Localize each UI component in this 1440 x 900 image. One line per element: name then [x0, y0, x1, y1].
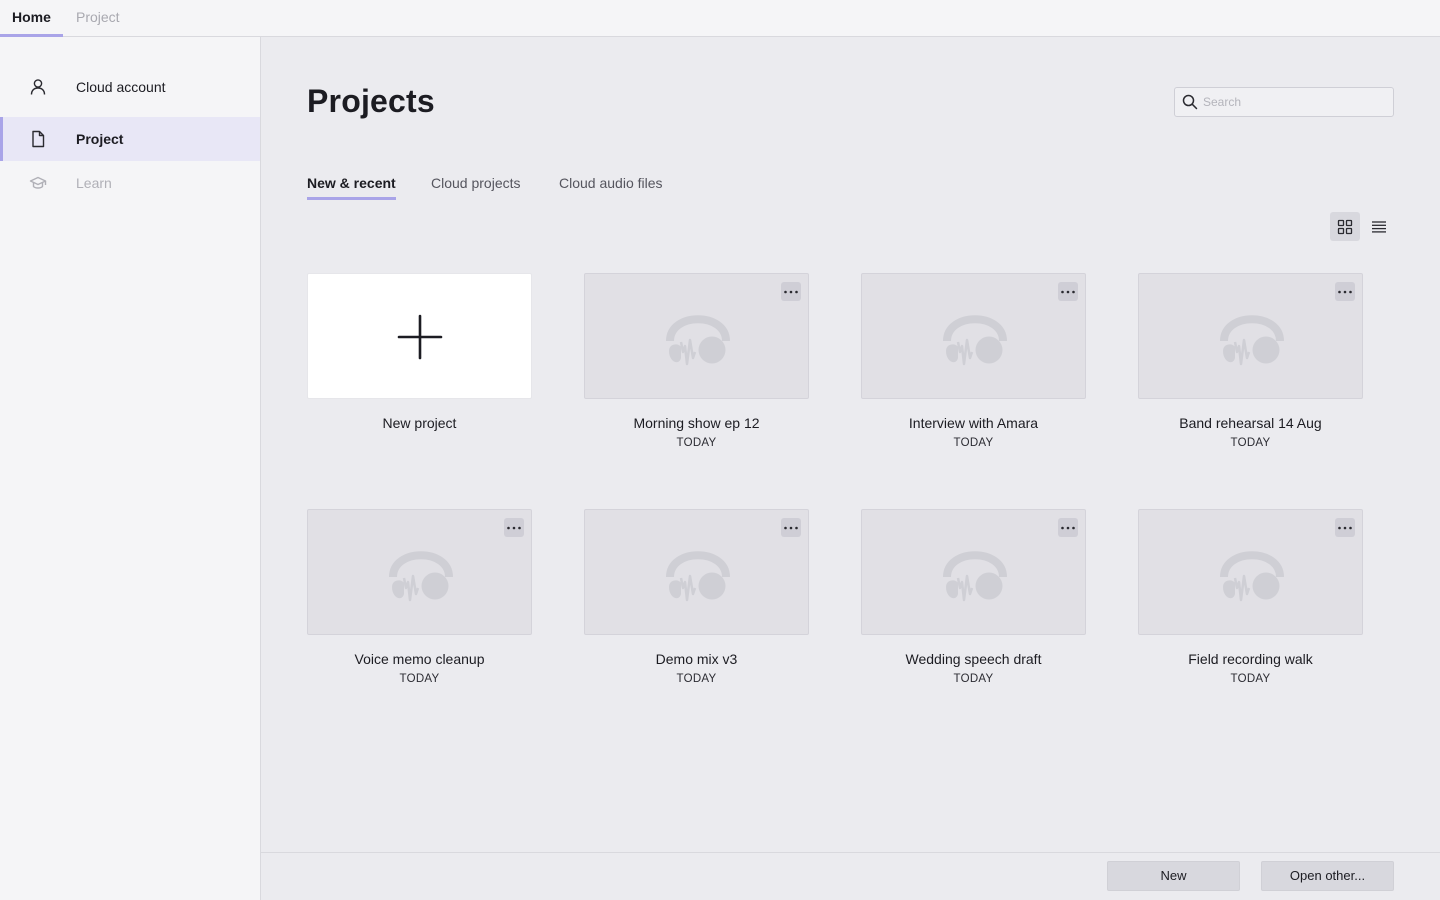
more-dots-icon: [784, 526, 798, 530]
search-icon: [1182, 94, 1198, 110]
search-input[interactable]: [1203, 88, 1388, 116]
new-project-card[interactable]: New project: [307, 273, 532, 453]
tab-new-recent[interactable]: New & recent: [307, 175, 396, 200]
audio-project-icon: [1220, 315, 1284, 366]
more-options-button[interactable]: [1335, 518, 1355, 537]
sidebar-item-label: Project: [76, 131, 124, 147]
user-icon: [28, 77, 48, 97]
more-dots-icon: [1061, 290, 1075, 294]
more-dots-icon: [1338, 526, 1352, 530]
more-options-button[interactable]: [781, 518, 801, 537]
graduation-cap-icon: [28, 173, 48, 193]
project-card[interactable]: Demo mix v3 TODAY: [584, 509, 809, 689]
sidebar-item-project[interactable]: Project: [0, 117, 260, 161]
new-button[interactable]: New: [1107, 861, 1240, 891]
more-dots-icon: [1338, 290, 1352, 294]
card-date: TODAY: [399, 673, 440, 685]
project-card[interactable]: Wedding speech draft TODAY: [861, 509, 1086, 689]
tab-cloud-audio-files[interactable]: Cloud audio files: [559, 175, 663, 200]
more-options-button[interactable]: [1335, 282, 1355, 301]
footer-bar: New Open other...: [261, 852, 1440, 900]
tab-project[interactable]: Project: [64, 0, 132, 37]
more-dots-icon: [784, 290, 798, 294]
project-card[interactable]: Band rehearsal 14 Aug TODAY: [1138, 273, 1363, 453]
project-thumbnail[interactable]: [584, 273, 809, 399]
more-dots-icon: [507, 526, 521, 530]
project-thumbnail[interactable]: [584, 509, 809, 635]
project-thumbnail[interactable]: [1138, 509, 1363, 635]
project-thumbnail[interactable]: [1138, 273, 1363, 399]
tab-cloud-projects[interactable]: Cloud projects: [431, 175, 521, 200]
audio-project-icon: [943, 551, 1007, 602]
audio-project-icon: [666, 315, 730, 366]
card-date: TODAY: [1230, 437, 1271, 449]
grid-view-button[interactable]: [1330, 212, 1360, 241]
list-view-button[interactable]: [1364, 212, 1394, 241]
more-options-button[interactable]: [504, 518, 524, 537]
more-options-button[interactable]: [781, 282, 801, 301]
top-tab-bar: Home Project: [0, 0, 1440, 37]
card-title: Demo mix v3: [655, 651, 738, 667]
audio-project-icon: [943, 315, 1007, 366]
sidebar-item-label: Learn: [76, 175, 112, 191]
sidebar-item-cloud-account[interactable]: Cloud account: [0, 65, 260, 109]
card-date: TODAY: [1230, 673, 1271, 685]
card-title: Field recording walk: [1188, 651, 1313, 667]
more-dots-icon: [1061, 526, 1075, 530]
new-project-thumbnail[interactable]: [307, 273, 532, 399]
card-date: TODAY: [953, 437, 994, 449]
audio-project-icon: [666, 551, 730, 602]
card-title: Voice memo cleanup: [354, 651, 485, 667]
main-content: Projects New & recent Cloud projects Clo…: [261, 37, 1440, 852]
audio-project-icon: [389, 551, 453, 602]
project-thumbnail[interactable]: [307, 509, 532, 635]
project-card[interactable]: Morning show ep 12 TODAY: [584, 273, 809, 453]
plus-icon: [397, 314, 443, 360]
sidebar-item-label: Cloud account: [76, 79, 166, 95]
sidebar-item-learn[interactable]: Learn: [0, 161, 260, 205]
document-icon: [28, 129, 48, 149]
card-date: TODAY: [676, 673, 717, 685]
project-thumbnail[interactable]: [861, 509, 1086, 635]
search-box[interactable]: [1174, 87, 1394, 117]
card-title: Band rehearsal 14 Aug: [1179, 415, 1322, 431]
more-options-button[interactable]: [1058, 282, 1078, 301]
audio-project-icon: [1220, 551, 1284, 602]
sidebar: Cloud account Project Learn: [0, 37, 261, 900]
project-card[interactable]: Field recording walk TODAY: [1138, 509, 1363, 689]
card-date: TODAY: [676, 437, 717, 449]
card-title: New project: [382, 415, 457, 431]
more-options-button[interactable]: [1058, 518, 1078, 537]
list-view-icon: [1372, 221, 1386, 233]
tab-home[interactable]: Home: [0, 0, 63, 37]
project-card[interactable]: Interview with Amara TODAY: [861, 273, 1086, 453]
project-card[interactable]: Voice memo cleanup TODAY: [307, 509, 532, 689]
page-title: Projects: [307, 83, 435, 119]
card-title: Interview with Amara: [908, 415, 1039, 431]
card-title: Morning show ep 12: [633, 415, 760, 431]
card-date: TODAY: [953, 673, 994, 685]
card-title: Wedding speech draft: [905, 651, 1042, 667]
project-thumbnail[interactable]: [861, 273, 1086, 399]
open-other-button[interactable]: Open other...: [1261, 861, 1394, 891]
grid-view-icon: [1337, 219, 1353, 235]
